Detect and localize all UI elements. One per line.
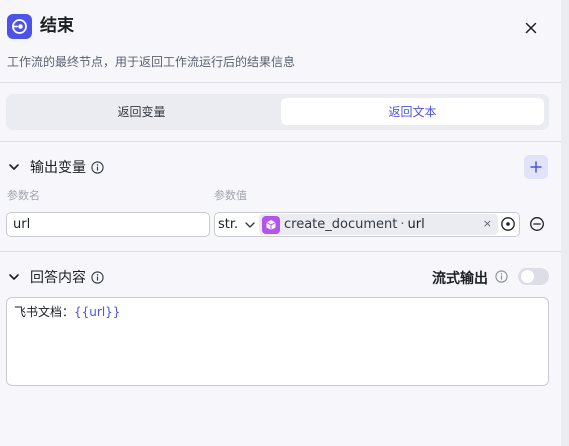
section-divider: [0, 251, 561, 252]
panel-header: 结束 工作流的最终节点，用于返回工作流运行后的结果信息: [0, 0, 561, 82]
answer-content-text: 飞书文档：: [14, 305, 75, 319]
param-value-label: 参数值: [214, 189, 247, 202]
output-section-header: 输出变量: [8, 157, 104, 177]
info-icon[interactable]: [91, 270, 104, 284]
remove-row-icon[interactable]: [529, 216, 545, 232]
scrollbar[interactable]: [561, 0, 569, 446]
reference-variable-name: url: [407, 217, 425, 232]
clear-reference-icon[interactable]: ×: [483, 217, 492, 230]
add-output-button[interactable]: [524, 155, 548, 179]
tab-return-text[interactable]: 返回文本: [281, 98, 544, 125]
close-icon: [525, 22, 537, 34]
end-node-icon: [7, 14, 32, 39]
end-node-panel: 结束 工作流的最终节点，用于返回工作流运行后的结果信息 返回变量 返回文本 输出…: [0, 0, 561, 446]
info-icon[interactable]: [495, 270, 508, 283]
panel-title: 结束: [40, 16, 74, 36]
tab-return-variables[interactable]: 返回变量: [10, 98, 273, 125]
close-button[interactable]: [520, 17, 542, 39]
answer-section-title: 回答内容: [30, 270, 86, 286]
answer-content-variable: {{url}}: [74, 305, 121, 319]
header-divider: [0, 82, 561, 83]
toggle-knob: [521, 270, 534, 283]
panel-description: 工作流的最终节点，用于返回工作流运行后的结果信息: [7, 55, 296, 69]
answer-content-editor[interactable]: 飞书文档：{{url}}: [6, 297, 549, 386]
streaming-output-label: 流式输出: [432, 271, 488, 287]
reference-node-name: create_document: [284, 217, 398, 232]
answer-section-header: 回答内容: [8, 267, 104, 287]
chevron-down-icon: [244, 219, 256, 231]
type-select[interactable]: str.: [215, 213, 259, 236]
variable-reference-tag[interactable]: create_document · url ×: [259, 214, 498, 235]
mode-tabs: 返回变量 返回文本: [6, 94, 549, 130]
param-name-label: 参数名: [7, 189, 40, 202]
param-name-input[interactable]: url: [6, 212, 210, 237]
info-icon[interactable]: [91, 160, 104, 174]
output-section-title: 输出变量: [30, 160, 86, 176]
variable-picker-icon[interactable]: [500, 216, 516, 232]
streaming-output-toggle[interactable]: [518, 268, 549, 285]
cube-icon: [262, 215, 280, 234]
plus-icon: [530, 161, 542, 173]
param-value-field: str. create_document · url ×: [214, 212, 520, 237]
tabs-divider: [0, 141, 561, 142]
chevron-down-icon[interactable]: [8, 161, 20, 173]
type-select-value: str.: [218, 217, 238, 232]
chevron-down-icon[interactable]: [8, 271, 20, 283]
reference-separator: ·: [400, 217, 405, 232]
